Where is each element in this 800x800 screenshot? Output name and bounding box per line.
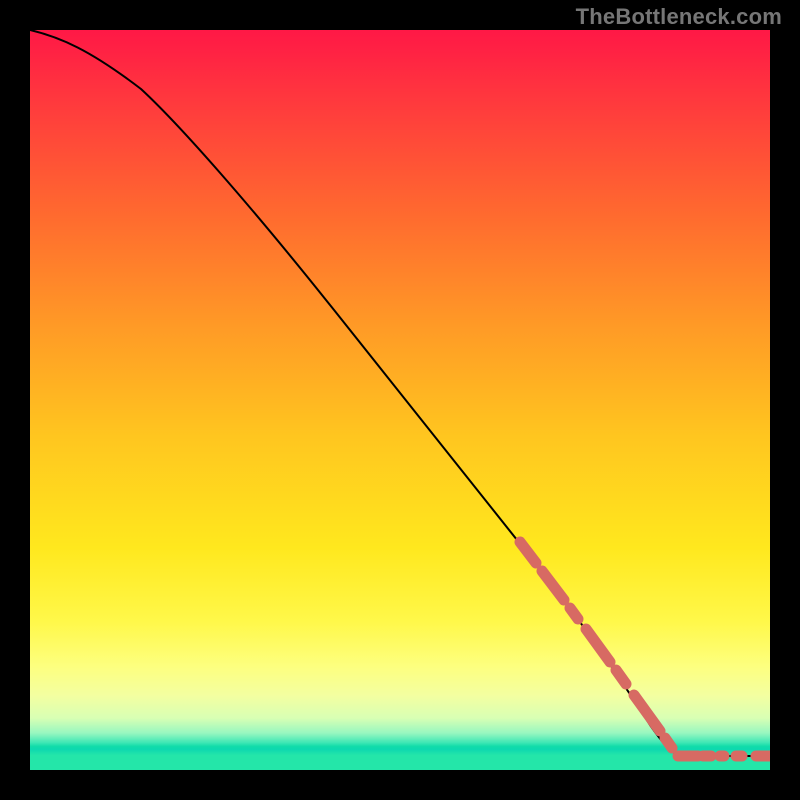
plot-area	[30, 30, 770, 770]
branding-label: TheBottleneck.com	[576, 4, 782, 30]
chart-frame: TheBottleneck.com	[0, 0, 800, 800]
dashed-overlay-descending	[520, 542, 672, 748]
curve-layer	[30, 30, 770, 770]
bottleneck-curve	[30, 30, 770, 756]
